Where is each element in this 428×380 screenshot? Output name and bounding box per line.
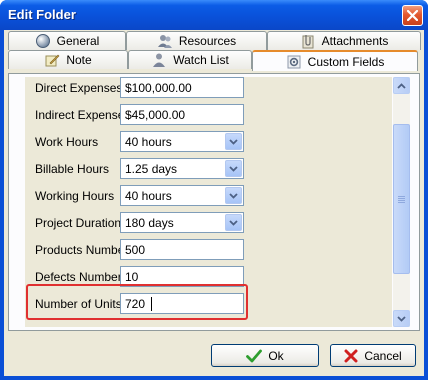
project-duration-dropdown[interactable]: 180 days	[120, 212, 244, 233]
field-value: 180 days	[125, 216, 174, 230]
field-row-direct-expenses: Direct Expenses $100,000.00	[25, 77, 365, 99]
vertical-scrollbar[interactable]	[393, 77, 410, 327]
scroll-down-button[interactable]	[393, 310, 410, 327]
field-row-billable-hours: Billable Hours 1.25 days	[25, 158, 365, 180]
checkmark-icon	[246, 349, 263, 362]
dialog-body: General Resources Attachments Note Watch…	[4, 30, 424, 376]
field-label: Products Number	[35, 243, 129, 257]
field-label: Work Hours	[35, 135, 99, 149]
thumb-grip	[398, 200, 405, 201]
tab-watch-list[interactable]: Watch List	[128, 50, 252, 69]
tab-label: Note	[66, 53, 92, 67]
products-number-input[interactable]: 500	[120, 239, 244, 260]
chevron-down-icon	[397, 315, 406, 322]
ok-button-label: Ok	[268, 348, 284, 363]
tab-note[interactable]: Note	[8, 50, 128, 69]
scroll-thumb[interactable]	[393, 124, 410, 274]
field-label: Defects Number	[35, 270, 122, 284]
field-label: Billable Hours	[35, 162, 110, 176]
tab-general[interactable]: General	[8, 31, 126, 50]
resources-icon	[157, 35, 172, 48]
field-value: 40 hours	[125, 189, 172, 203]
chevron-down-icon	[229, 219, 238, 226]
field-value: 40 hours	[125, 135, 172, 149]
field-value: 500	[125, 243, 146, 257]
globe-icon	[35, 34, 50, 48]
tab-label: General	[56, 34, 100, 48]
field-row-work-hours: Work Hours 40 hours	[25, 131, 365, 153]
watch-list-icon	[153, 53, 166, 67]
chevron-down-icon	[229, 192, 238, 199]
billable-hours-dropdown[interactable]: 1.25 days	[120, 158, 244, 179]
chevron-down-icon	[229, 138, 238, 145]
chevron-down-icon	[229, 165, 238, 172]
work-hours-dropdown[interactable]: 40 hours	[120, 131, 244, 152]
field-value: $100,000.00	[125, 81, 192, 95]
note-icon	[45, 54, 60, 67]
dropdown-button[interactable]	[225, 187, 242, 204]
field-label: Direct Expenses	[35, 81, 123, 95]
window-title: Edit Folder	[8, 7, 76, 22]
dropdown-button[interactable]	[225, 133, 242, 150]
thumb-grip	[398, 198, 405, 199]
close-button[interactable]	[402, 5, 423, 26]
thumb-grip	[398, 196, 405, 197]
field-label: Project Duration	[35, 216, 122, 230]
cancel-button-label: Cancel	[364, 348, 402, 363]
tab-label: Attachments	[321, 34, 389, 48]
ok-button[interactable]: Ok	[211, 344, 319, 367]
tab-resources[interactable]: Resources	[126, 31, 267, 50]
field-row-indirect-expenses: Indirect Expenses $45,000.00	[25, 104, 365, 126]
field-value: 10	[125, 270, 139, 284]
field-label: Working Hours	[35, 189, 115, 203]
chevron-up-icon	[397, 82, 406, 89]
cancel-x-icon	[344, 349, 358, 362]
field-label: Indirect Expenses	[35, 108, 131, 122]
field-row-working-hours: Working Hours 40 hours	[25, 185, 365, 207]
tab-attachments[interactable]: Attachments	[267, 31, 421, 50]
tab-label: Resources	[178, 34, 237, 48]
dropdown-button[interactable]	[225, 160, 242, 177]
field-value: $45,000.00	[125, 108, 186, 122]
tab-label: Custom Fields	[307, 54, 385, 69]
close-icon	[407, 10, 418, 21]
thumb-grip	[398, 202, 405, 203]
edit-folder-dialog: Edit Folder General Resources Attachment…	[0, 0, 428, 380]
direct-expenses-input[interactable]: $100,000.00	[120, 77, 244, 98]
paperclip-icon	[302, 35, 314, 49]
scroll-up-button[interactable]	[393, 77, 410, 94]
field-row-project-duration: Project Duration 180 days	[25, 212, 365, 234]
highlight-box	[26, 284, 248, 320]
indirect-expenses-input[interactable]: $45,000.00	[120, 104, 244, 125]
cancel-button[interactable]: Cancel	[330, 344, 416, 367]
title-bar[interactable]: Edit Folder	[0, 0, 428, 30]
working-hours-dropdown[interactable]: 40 hours	[120, 185, 244, 206]
field-row-products-number: Products Number 500	[25, 239, 365, 261]
tab-custom-fields[interactable]: Custom Fields	[252, 50, 418, 71]
gear-icon	[287, 55, 301, 68]
field-value: 1.25 days	[125, 162, 178, 176]
dropdown-button[interactable]	[225, 214, 242, 231]
tab-label: Watch List	[173, 53, 229, 67]
